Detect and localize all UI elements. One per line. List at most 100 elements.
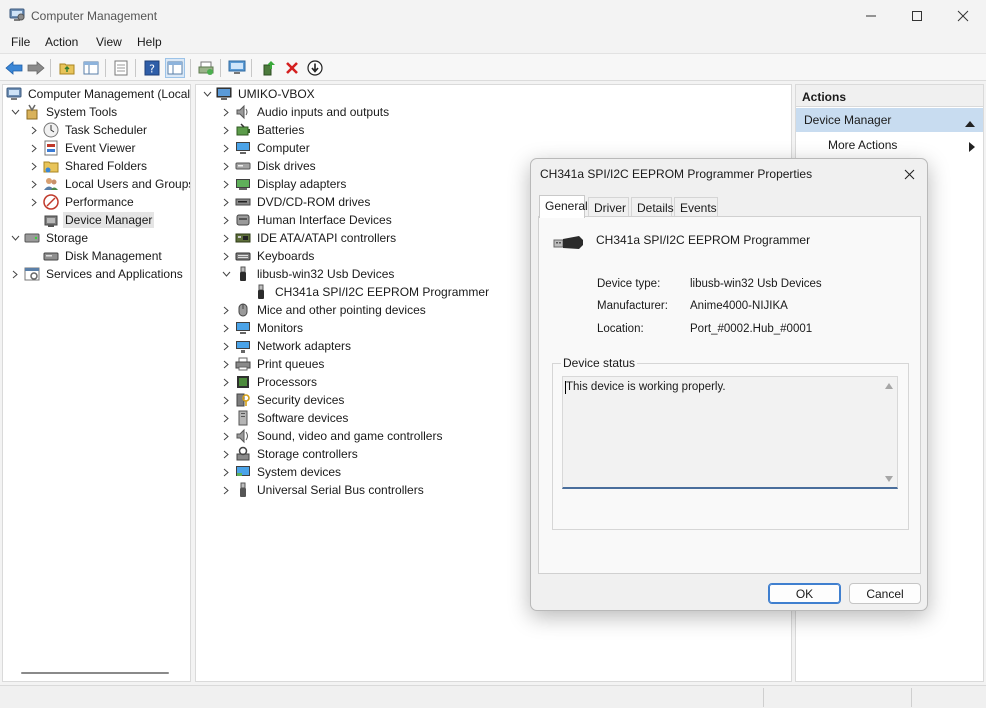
chevron-right-icon[interactable] — [221, 355, 231, 373]
scan-hardware-icon[interactable] — [227, 58, 247, 78]
print-icon[interactable] — [196, 58, 216, 78]
chevron-right-icon[interactable] — [221, 103, 231, 121]
device-category[interactable]: Batteries — [221, 121, 306, 139]
device-category[interactable]: Storage controllers — [221, 445, 360, 463]
chevron-right-icon[interactable] — [221, 229, 231, 247]
device-category[interactable]: Monitors — [221, 319, 305, 337]
device-category[interactable]: Computer — [221, 139, 312, 157]
help-icon[interactable]: ? — [142, 58, 162, 78]
device-status-textbox[interactable]: This device is working properly. — [562, 376, 898, 489]
device-category[interactable]: Network adapters — [221, 337, 353, 355]
chevron-right-icon[interactable] — [29, 157, 39, 175]
maximize-button[interactable] — [894, 0, 940, 31]
chevron-right-icon[interactable] — [221, 391, 231, 409]
view-icon[interactable] — [165, 58, 185, 78]
chevron-right-icon[interactable] — [29, 175, 39, 193]
more-actions-link[interactable]: More Actions — [828, 138, 897, 152]
chevron-right-icon[interactable] — [221, 301, 231, 319]
chevron-right-icon[interactable] — [221, 427, 231, 445]
tab-general[interactable]: General — [539, 195, 588, 218]
device-category[interactable]: Security devices — [221, 391, 346, 409]
device-category[interactable]: Software devices — [221, 409, 350, 427]
tree-item-event-viewer[interactable]: Event Viewer — [29, 139, 137, 157]
update-driver-icon[interactable] — [259, 58, 279, 78]
device-label: Batteries — [257, 123, 305, 137]
chevron-right-icon[interactable] — [29, 193, 39, 211]
uninstall-icon[interactable] — [282, 58, 302, 78]
up-folder-icon[interactable] — [57, 58, 77, 78]
close-button[interactable] — [940, 0, 986, 31]
minimize-button[interactable] — [848, 0, 894, 31]
tab-details[interactable]: Details — [631, 197, 674, 217]
device-item[interactable]: CH341a SPI/I2C EEPROM Programmer — [239, 283, 491, 301]
chevron-right-icon[interactable] — [221, 463, 231, 481]
tree-item-local-users-and-groups[interactable]: Local Users and Groups — [29, 175, 190, 193]
device-category[interactable]: Disk drives — [221, 157, 318, 175]
scroll-up-icon[interactable] — [885, 383, 893, 389]
chevron-right-icon[interactable] — [221, 211, 231, 229]
dialog-close-button[interactable] — [899, 164, 919, 184]
chevron-down-icon[interactable] — [202, 85, 212, 103]
device-type-label: Device type: — [597, 278, 661, 290]
device-category[interactable]: System devices — [221, 463, 343, 481]
tree-item-device-manager[interactable]: Device Manager — [29, 211, 155, 229]
tree-item-root[interactable]: Computer Management (Local — [6, 85, 190, 103]
chevron-down-icon[interactable] — [10, 229, 20, 247]
chevron-right-icon[interactable] — [221, 121, 231, 139]
chevron-right-icon[interactable] — [221, 445, 231, 463]
window-title: Computer Management — [31, 9, 158, 23]
chevron-right-icon[interactable] — [221, 139, 231, 157]
device-category[interactable]: Keyboards — [221, 247, 316, 265]
chevron-right-icon[interactable] — [221, 193, 231, 211]
chevron-right-icon[interactable] — [221, 409, 231, 427]
device-category[interactable]: Audio inputs and outputs — [221, 103, 391, 121]
device-category[interactable]: Mice and other pointing devices — [221, 301, 428, 319]
ok-button[interactable]: OK — [768, 583, 841, 604]
tree-item-shared-folders[interactable]: Shared Folders — [29, 157, 149, 175]
chevron-right-icon[interactable] — [221, 175, 231, 193]
menu-file[interactable]: File — [11, 35, 30, 49]
tab-events[interactable]: Events — [674, 197, 718, 217]
chevron-right-icon[interactable] — [29, 121, 39, 139]
menu-action[interactable]: Action — [45, 35, 78, 49]
show-hide-tree-icon[interactable] — [81, 58, 101, 78]
device-category[interactable]: Human Interface Devices — [221, 211, 394, 229]
tree-item-services-and-applications[interactable]: Services and Applications — [10, 265, 185, 283]
menu-help[interactable]: Help — [137, 35, 162, 49]
actions-section-device-manager[interactable]: Device Manager — [796, 108, 983, 132]
tab-driver[interactable]: Driver — [588, 197, 629, 217]
chevron-right-icon[interactable] — [221, 373, 231, 391]
tree-item-task-scheduler[interactable]: Task Scheduler — [29, 121, 149, 139]
chevron-down-icon[interactable] — [221, 265, 231, 283]
tree-item-storage[interactable]: Storage — [10, 229, 90, 247]
chevron-down-icon[interactable] — [10, 103, 20, 121]
collapse-up-icon[interactable] — [965, 116, 975, 130]
chevron-right-icon[interactable] — [221, 247, 231, 265]
device-tree-root[interactable]: UMIKO-VBOX — [202, 85, 317, 103]
disable-device-icon[interactable] — [305, 58, 325, 78]
device-category[interactable]: Display adapters — [221, 175, 348, 193]
device-category[interactable]: Universal Serial Bus controllers — [221, 481, 426, 499]
device-category[interactable]: libusb-win32 Usb Devices — [221, 265, 396, 283]
device-category[interactable]: DVD/CD-ROM drives — [221, 193, 372, 211]
tree-item-performance[interactable]: Performance — [29, 193, 136, 211]
horizontal-scrollbar[interactable] — [21, 672, 169, 674]
chevron-right-icon[interactable] — [221, 319, 231, 337]
device-category[interactable]: Print queues — [221, 355, 326, 373]
properties-list-icon[interactable] — [111, 58, 131, 78]
menu-view[interactable]: View — [96, 35, 122, 49]
chevron-right-icon[interactable] — [221, 157, 231, 175]
tree-item-system-tools[interactable]: System Tools — [10, 103, 119, 121]
forward-icon[interactable] — [26, 58, 46, 78]
cancel-button[interactable]: Cancel — [849, 583, 921, 604]
back-icon[interactable] — [4, 58, 24, 78]
device-category[interactable]: IDE ATA/ATAPI controllers — [221, 229, 398, 247]
scroll-down-icon[interactable] — [885, 476, 893, 482]
chevron-right-icon[interactable] — [10, 265, 20, 283]
chevron-right-icon[interactable] — [221, 337, 231, 355]
device-category[interactable]: Sound, video and game controllers — [221, 427, 444, 445]
chevron-right-icon[interactable] — [221, 481, 231, 499]
device-category[interactable]: Processors — [221, 373, 319, 391]
tree-item-disk-management[interactable]: Disk Management — [29, 247, 164, 265]
chevron-right-icon[interactable] — [29, 139, 39, 157]
